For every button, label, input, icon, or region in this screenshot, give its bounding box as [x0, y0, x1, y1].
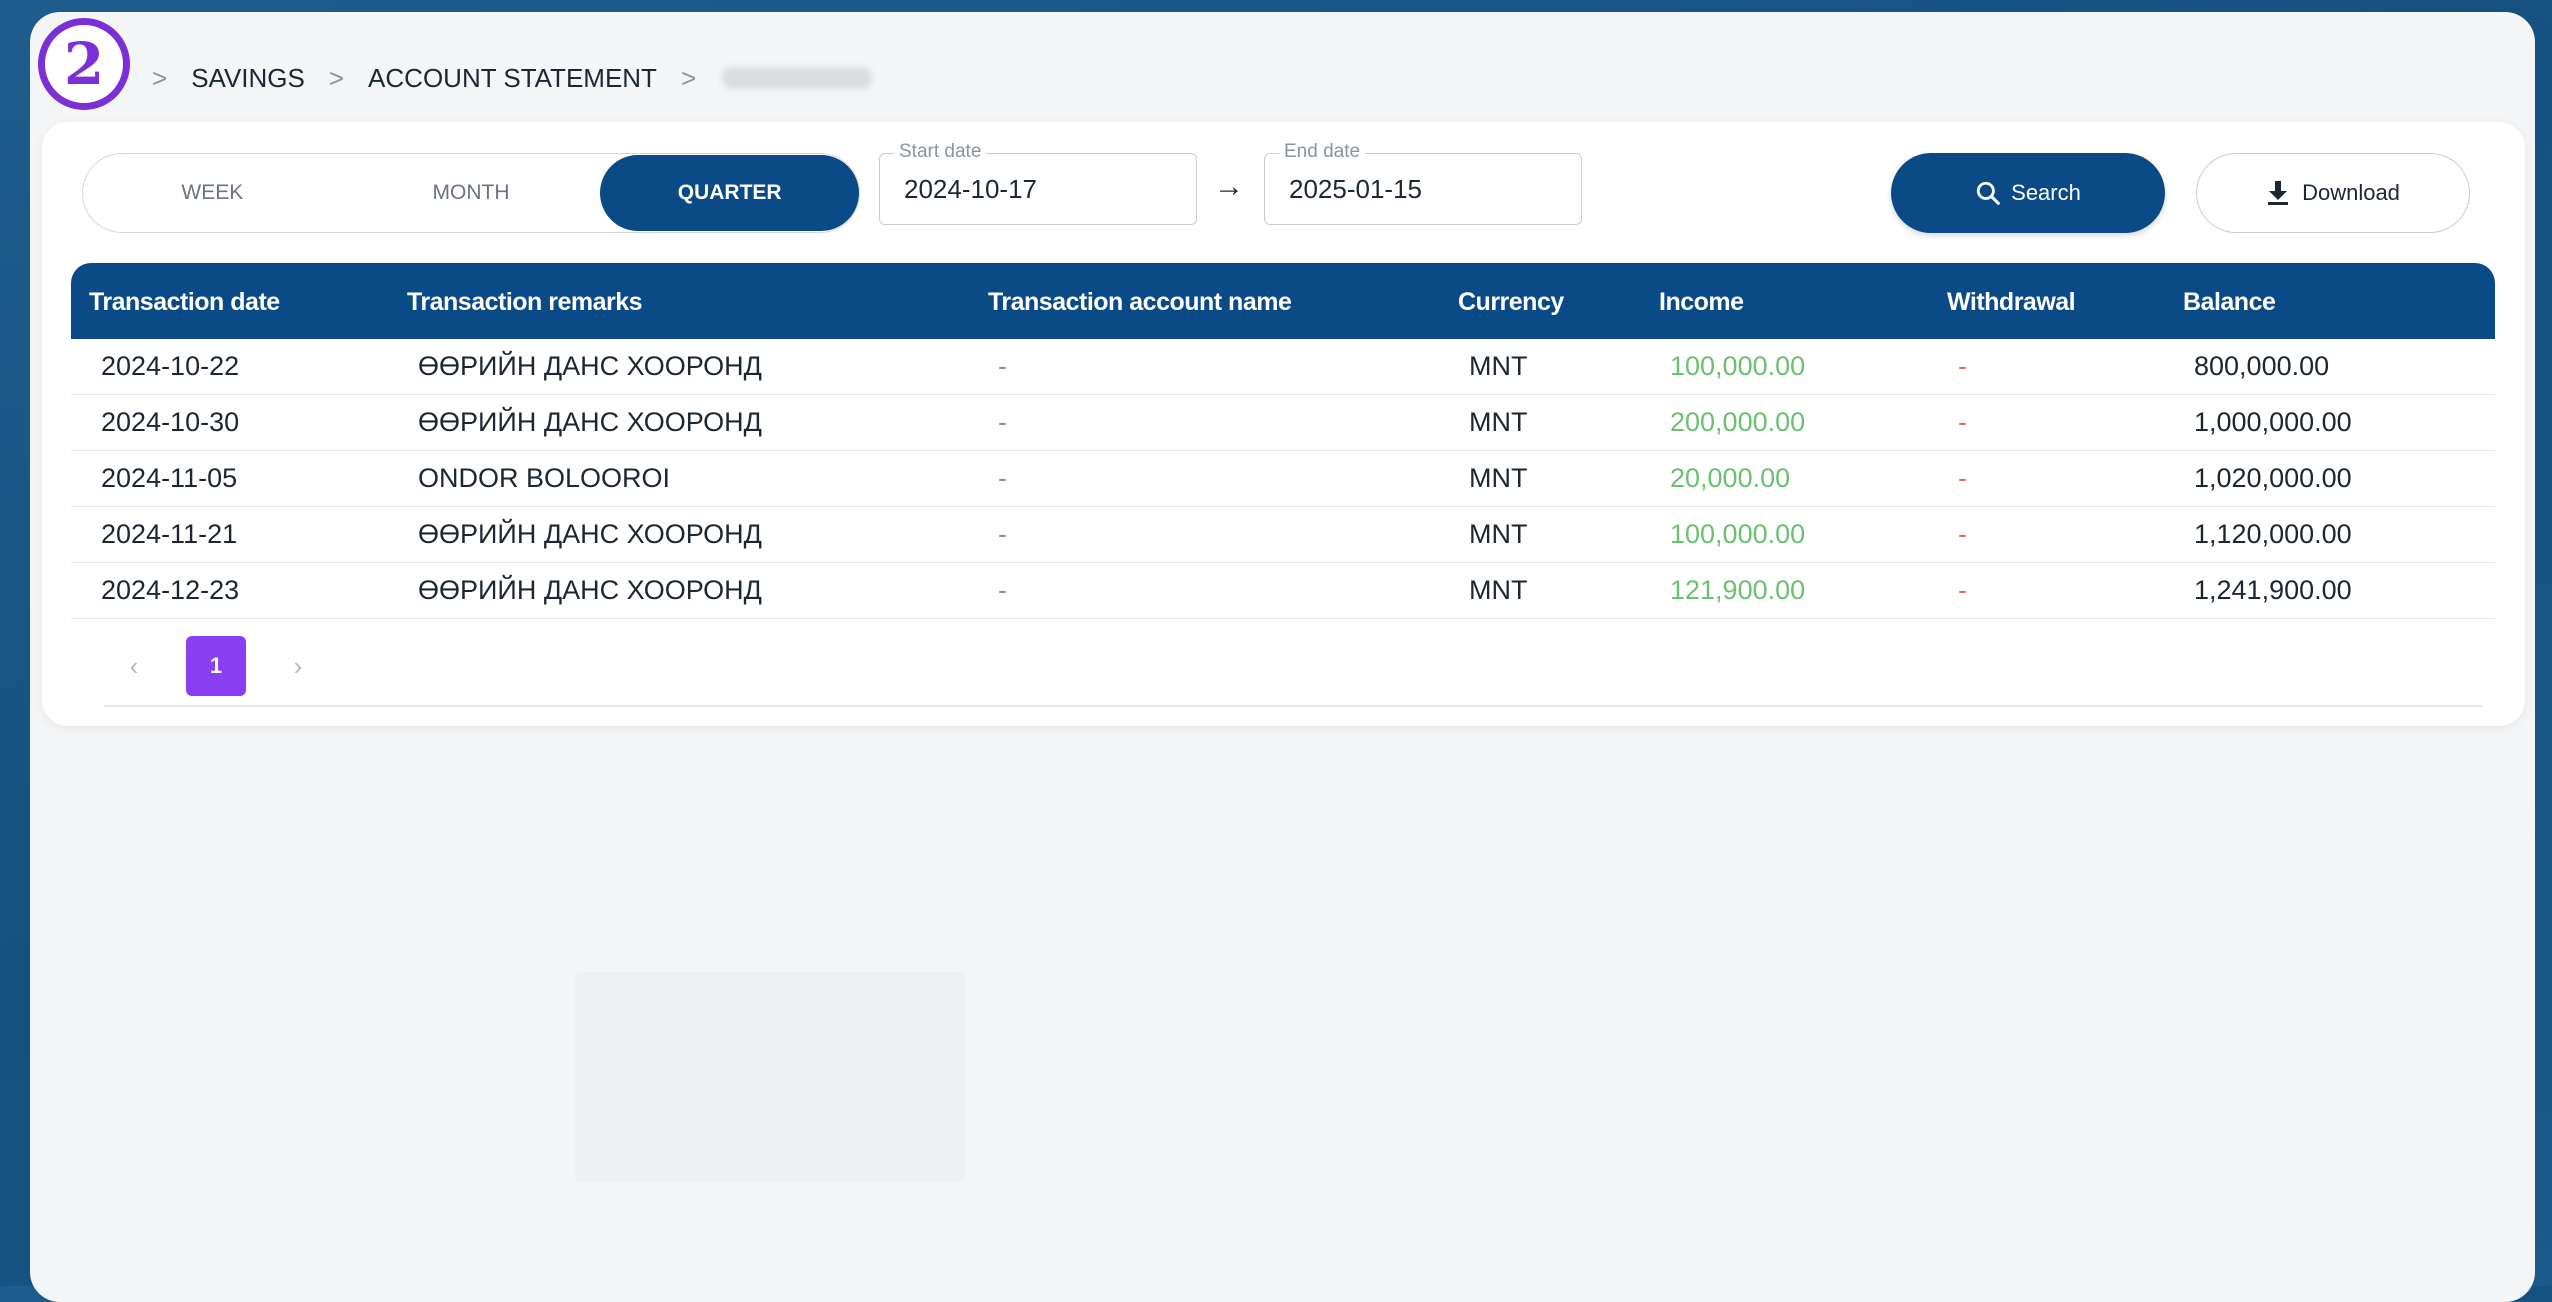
period-week-button[interactable]: WEEK — [83, 155, 342, 231]
cell-balance: 800,000.00 — [2194, 351, 2330, 381]
step-number-badge: 2 — [38, 18, 130, 110]
pagination-next-button[interactable]: › — [268, 651, 328, 682]
transactions-table: Transaction date Transaction remarks Tra… — [71, 263, 2495, 619]
cell-income: 100,000.00 — [1670, 351, 1806, 381]
cell-date: 2024-11-05 — [101, 463, 238, 493]
header-transaction-date: Transaction date — [89, 288, 280, 316]
cell-account-name: - — [998, 407, 1007, 437]
start-date-label: Start date — [894, 141, 987, 163]
cell-remarks: ӨӨРИЙН ДАНС ХООРОНД — [418, 407, 762, 437]
cell-account-name: - — [998, 351, 1007, 381]
start-date-field[interactable]: Start date 2024-10-17 — [879, 141, 1197, 225]
cell-date: 2024-10-30 — [101, 407, 240, 437]
search-icon — [1976, 181, 2000, 205]
header-withdrawal: Withdrawal — [1947, 288, 2076, 316]
header-transaction-account-name: Transaction account name — [988, 288, 1292, 316]
cell-currency: MNT — [1469, 575, 1528, 605]
table-row[interactable]: 2024-12-23 ӨӨРИЙН ДАНС ХООРОНД - MNT 121… — [71, 563, 2495, 619]
arrow-right-icon: → — [1214, 170, 1244, 203]
start-date-value: 2024-10-17 — [904, 174, 1037, 204]
period-quarter-button[interactable]: QUARTER — [600, 155, 860, 231]
cell-currency: MNT — [1469, 407, 1528, 437]
download-button[interactable]: Download — [2196, 153, 2470, 233]
breadcrumb-savings[interactable]: SAVINGS — [191, 63, 305, 94]
header-currency: Currency — [1458, 288, 1564, 316]
table-row[interactable]: 2024-11-21 ӨӨРИЙН ДАНС ХООРОНД - MNT 100… — [71, 507, 2495, 563]
download-icon — [2268, 181, 2289, 205]
cell-account-name: - — [998, 463, 1007, 493]
chevron-right-icon: > — [152, 62, 168, 93]
header-transaction-remarks: Transaction remarks — [407, 288, 643, 316]
period-toggle: WEEK MONTH QUARTER — [82, 153, 860, 233]
cell-withdrawal: - — [1958, 575, 1967, 605]
breadcrumb-account-statement[interactable]: ACCOUNT STATEMENT — [368, 63, 657, 94]
cell-withdrawal: - — [1958, 519, 1967, 549]
header-income: Income — [1659, 288, 1744, 316]
cell-account-name: - — [998, 575, 1007, 605]
placeholder-area — [575, 972, 965, 1182]
cell-date: 2024-12-23 — [101, 575, 240, 605]
cell-income: 200,000.00 — [1670, 407, 1806, 437]
pagination-prev-button[interactable]: ‹ — [104, 651, 164, 682]
cell-remarks: ӨӨРИЙН ДАНС ХООРОНД — [418, 575, 762, 605]
end-date-label: End date — [1279, 141, 1366, 163]
cell-income: 100,000.00 — [1670, 519, 1806, 549]
breadcrumb: > SAVINGS > ACCOUNT STATEMENT > — [152, 50, 873, 106]
cell-remarks: ӨӨРИЙН ДАНС ХООРОНД — [418, 351, 762, 381]
chevron-right-icon: > — [328, 62, 345, 93]
cell-remarks: ӨӨРИЙН ДАНС ХООРОНД — [418, 519, 762, 549]
download-button-label: Download — [2302, 180, 2400, 205]
cell-withdrawal: - — [1958, 407, 1967, 437]
cell-income: 20,000.00 — [1670, 463, 1791, 493]
cell-date: 2024-11-21 — [101, 519, 238, 549]
end-date-field[interactable]: End date 2025-01-15 — [1264, 141, 1582, 225]
cell-income: 121,900.00 — [1670, 575, 1806, 605]
table-row[interactable]: 2024-11-05 ONDOR BOLOOROI - MNT 20,000.0… — [71, 451, 2495, 507]
search-button[interactable]: Search — [1891, 153, 2165, 233]
cell-balance: 1,000,000.00 — [2194, 407, 2352, 437]
search-button-label: Search — [2011, 180, 2081, 205]
cell-balance: 1,241,900.00 — [2194, 575, 2352, 605]
statement-card: WEEK MONTH QUARTER Start date 2024-10-17… — [42, 122, 2525, 726]
breadcrumb-account-number-redacted — [722, 67, 873, 89]
cell-balance: 1,020,000.00 — [2194, 463, 2352, 493]
cell-date: 2024-10-22 — [101, 351, 240, 381]
divider — [104, 705, 2482, 707]
cell-account-name: - — [998, 519, 1007, 549]
table-row[interactable]: 2024-10-30 ӨӨРИЙН ДАНС ХООРОНД - MNT 200… — [71, 395, 2495, 451]
chevron-right-icon: > — [680, 62, 697, 93]
cell-balance: 1,120,000.00 — [2194, 519, 2352, 549]
cell-currency: MNT — [1469, 519, 1528, 549]
cell-withdrawal: - — [1958, 351, 1967, 381]
pagination: ‹ 1 › — [104, 636, 328, 696]
table-header: Transaction date Transaction remarks Tra… — [71, 263, 2495, 339]
app-window: 2 > SAVINGS > ACCOUNT STATEMENT > WEEK M… — [30, 12, 2535, 1302]
cell-currency: MNT — [1469, 351, 1528, 381]
cell-remarks: ONDOR BOLOOROI — [418, 463, 671, 493]
cell-currency: MNT — [1469, 463, 1528, 493]
pagination-page-1[interactable]: 1 — [186, 636, 246, 696]
period-month-button[interactable]: MONTH — [342, 155, 601, 231]
table-row[interactable]: 2024-10-22 ӨӨРИЙН ДАНС ХООРОНД - MNT 100… — [71, 339, 2495, 395]
header-balance: Balance — [2183, 288, 2276, 316]
cell-withdrawal: - — [1958, 463, 1967, 493]
end-date-value: 2025-01-15 — [1289, 174, 1422, 204]
